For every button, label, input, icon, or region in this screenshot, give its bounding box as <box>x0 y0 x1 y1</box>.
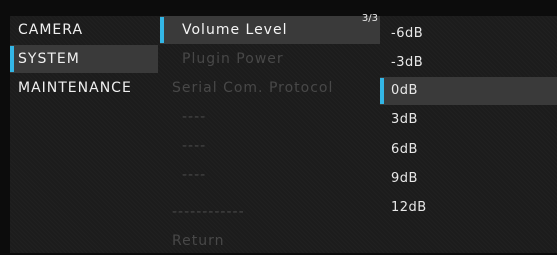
submenu-item-label: Return <box>172 233 225 249</box>
option-item-label: -3dB <box>391 55 424 70</box>
page-indicator: 3/3 <box>361 13 378 24</box>
submenu-item-placeholder: ---- <box>160 103 380 131</box>
option-list: -6dB -3dB 0dB 3dB 6dB 9dB 12dB <box>380 16 557 253</box>
option-item[interactable]: 3dB <box>380 106 557 134</box>
submenu-item-placeholder: ---- <box>160 161 380 189</box>
option-item-label: -6dB <box>391 26 424 41</box>
submenu-item-plugin-power[interactable]: Plugin Power <box>160 45 380 73</box>
submenu-item-label: ------------ <box>172 204 245 220</box>
main-menu: CAMERA SYSTEM MAINTENANCE <box>10 16 158 253</box>
option-item-label: 9dB <box>391 171 418 186</box>
option-item[interactable]: 6dB <box>380 136 557 164</box>
main-menu-item-label: SYSTEM <box>18 51 80 67</box>
main-menu-item-system[interactable]: SYSTEM <box>10 45 158 73</box>
submenu-item-serial-com-protocol[interactable]: Serial Com. Protocol <box>160 74 380 102</box>
submenu: Volume Level 3/3 Plugin Power Serial Com… <box>160 13 380 255</box>
option-item-label: 12dB <box>391 200 427 215</box>
submenu-item-label: Plugin Power <box>182 51 284 67</box>
option-item-label: 0dB <box>391 83 418 98</box>
submenu-item-label: Serial Com. Protocol <box>172 80 334 96</box>
submenu-item-placeholder: ---- <box>160 132 380 160</box>
submenu-item-label: ---- <box>182 167 207 183</box>
option-item[interactable]: 9dB <box>380 165 557 193</box>
osd-menu-panel: CAMERA SYSTEM MAINTENANCE Volume Level 3… <box>10 13 557 255</box>
submenu-item-label: ---- <box>182 109 207 125</box>
option-item-label: 3dB <box>391 112 418 127</box>
submenu-item-label: Volume Level <box>182 22 288 38</box>
submenu-item-label: ---- <box>182 138 207 154</box>
main-menu-item-label: CAMERA <box>18 22 84 38</box>
option-item[interactable]: -6dB <box>380 20 557 48</box>
option-item[interactable]: 12dB <box>380 194 557 222</box>
option-item-selected[interactable]: 0dB <box>380 77 557 105</box>
submenu-separator: ------------ <box>160 198 380 226</box>
main-menu-item-label: MAINTENANCE <box>18 80 132 96</box>
option-item[interactable]: -3dB <box>380 49 557 77</box>
submenu-item-return[interactable]: Return <box>160 227 380 255</box>
option-item-label: 6dB <box>391 142 418 157</box>
main-menu-item-maintenance[interactable]: MAINTENANCE <box>10 74 158 102</box>
submenu-item-volume-level[interactable]: Volume Level 3/3 <box>160 13 380 44</box>
main-menu-item-camera[interactable]: CAMERA <box>10 16 158 44</box>
